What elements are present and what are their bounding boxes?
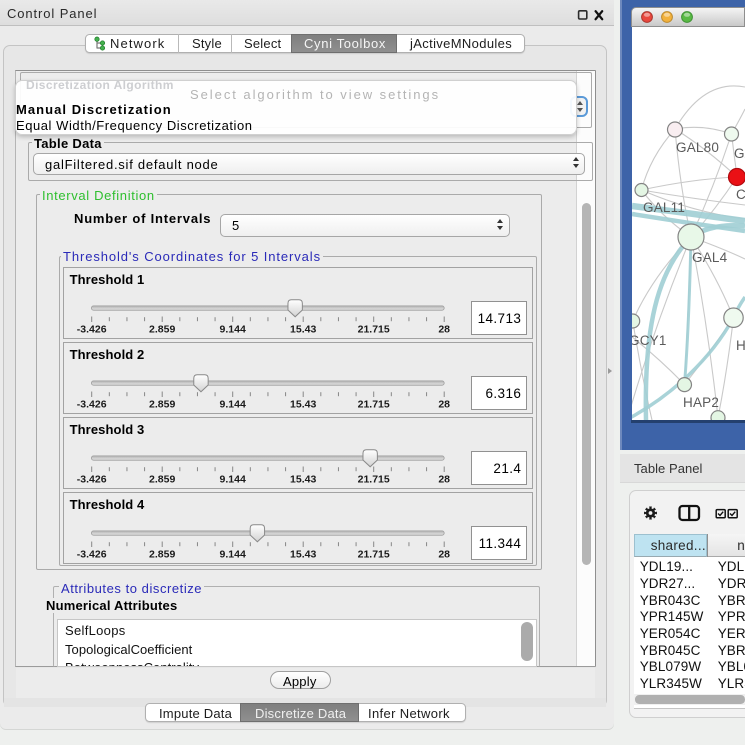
svg-text:HA: HA	[736, 338, 745, 353]
svg-text:28: 28	[439, 474, 451, 486]
svg-text:9.144: 9.144	[220, 549, 246, 561]
svg-text:CY: CY	[736, 187, 745, 202]
svg-text:15.43: 15.43	[290, 474, 316, 486]
svg-text:2.859: 2.859	[149, 474, 175, 486]
svg-text:15.43: 15.43	[290, 324, 316, 336]
svg-text:9.144: 9.144	[220, 474, 246, 486]
svg-text:28: 28	[439, 324, 451, 336]
svg-text:2.859: 2.859	[149, 399, 175, 411]
svg-text:-3.426: -3.426	[77, 324, 107, 336]
svg-text:-3.426: -3.426	[77, 399, 107, 411]
svg-text:21.715: 21.715	[358, 474, 390, 486]
svg-text:21.715: 21.715	[358, 399, 390, 411]
svg-text:GAL11: GAL11	[643, 200, 685, 215]
svg-text:15.43: 15.43	[290, 549, 316, 561]
svg-text:GCY1: GCY1	[632, 333, 667, 348]
svg-text:28: 28	[439, 399, 451, 411]
svg-text:GAL4: GAL4	[692, 250, 728, 265]
svg-text:2.859: 2.859	[149, 549, 175, 561]
svg-text:2.859: 2.859	[149, 324, 175, 336]
svg-text:9.144: 9.144	[220, 324, 246, 336]
svg-text:9.144: 9.144	[220, 399, 246, 411]
svg-text:HAP2: HAP2	[683, 395, 719, 410]
svg-text:GAL: GAL	[734, 146, 745, 161]
svg-text:28: 28	[439, 549, 451, 561]
svg-text:-3.426: -3.426	[77, 549, 107, 561]
svg-text:21.715: 21.715	[358, 549, 390, 561]
svg-text:GAL80: GAL80	[676, 140, 719, 155]
svg-text:-3.426: -3.426	[77, 474, 107, 486]
svg-text:15.43: 15.43	[290, 399, 316, 411]
svg-text:21.715: 21.715	[358, 324, 390, 336]
